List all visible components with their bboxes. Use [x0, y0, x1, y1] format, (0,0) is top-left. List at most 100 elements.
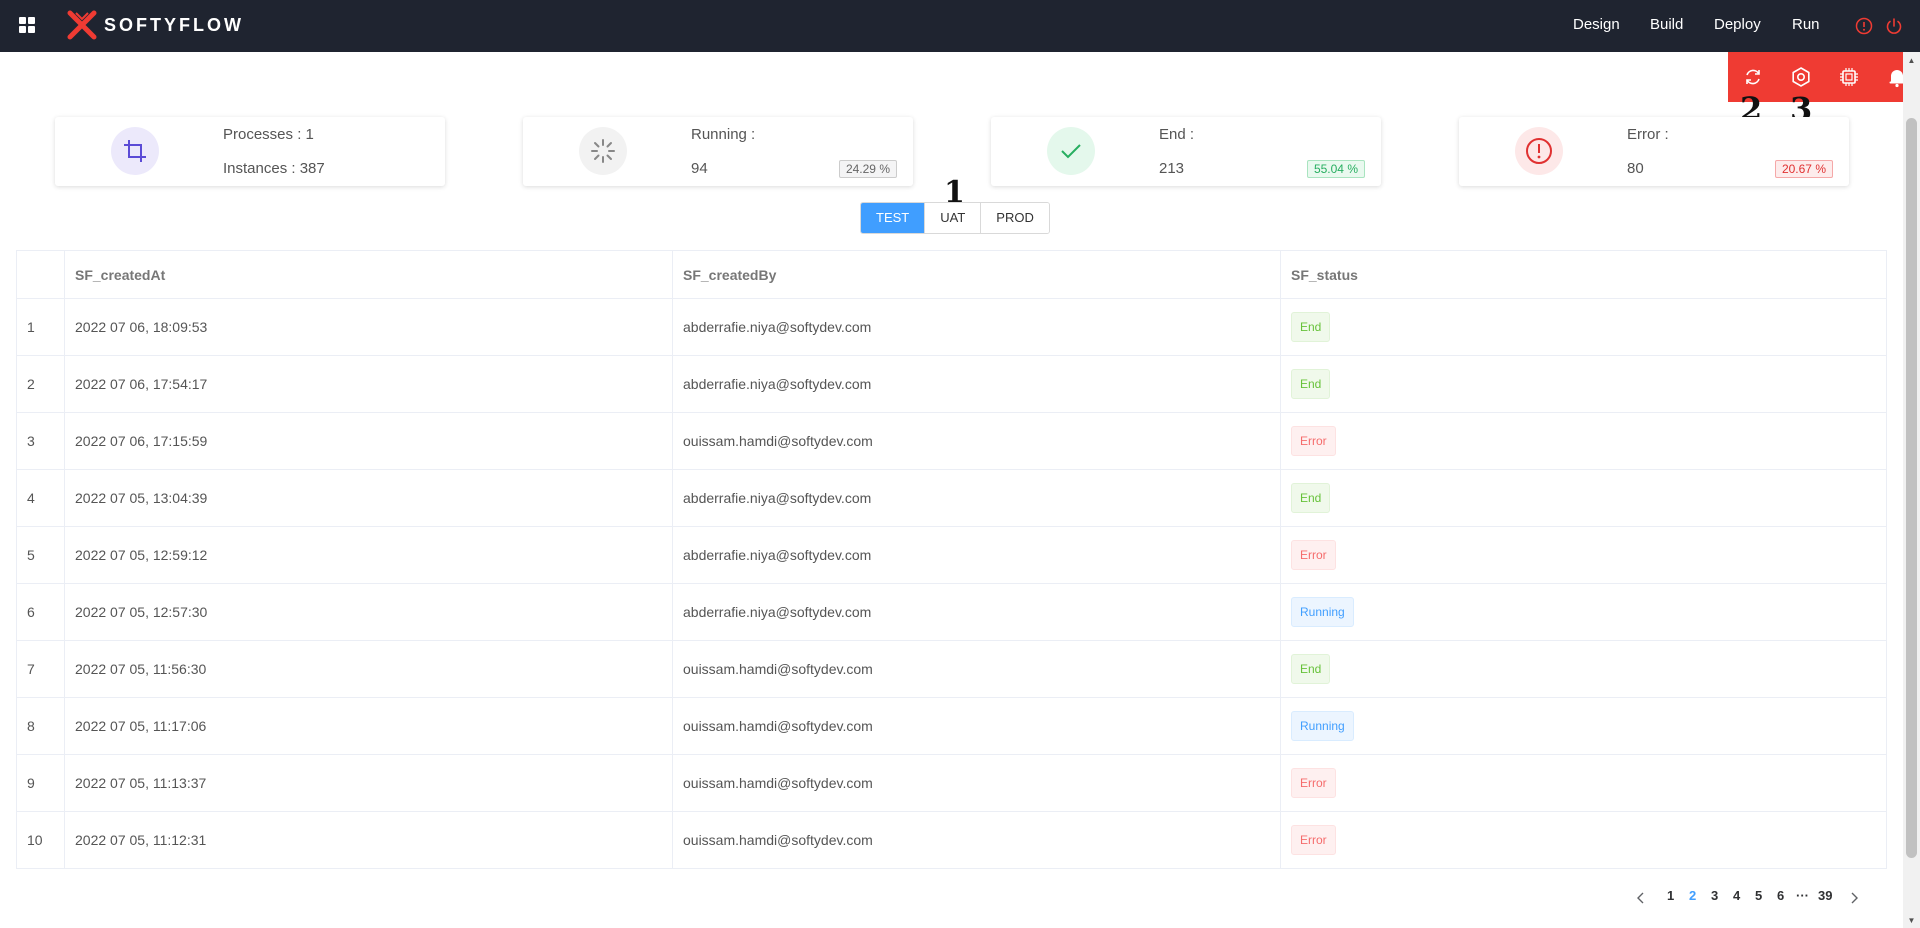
row-index: 10 — [16, 811, 65, 869]
table-row[interactable]: 10 2022 07 05, 11:12:31 ouissam.hamdi@soft… — [16, 811, 1887, 869]
instances-label: Instances : 387 — [223, 160, 325, 177]
created-at-cell: 2022 07 05, 13:04:39 — [64, 469, 673, 527]
status-badge: Error — [1291, 426, 1336, 456]
pagination-page[interactable]: 3 — [1711, 888, 1718, 903]
table-row[interactable]: 6 2022 07 05, 12:57:30 abderrafie.niya@sof… — [16, 583, 1887, 641]
alert-circle-icon[interactable] — [1855, 17, 1873, 35]
end-percent-badge: 55.04 % — [1306, 160, 1365, 178]
created-by-cell: ouissam.hamdi@softydev.com — [672, 640, 1281, 698]
tab-prod[interactable]: PROD — [980, 203, 1049, 233]
top-bar: SOFTYFLOW Design Build Deploy Run — [0, 0, 1920, 52]
created-at-cell: 2022 07 05, 11:13:37 — [64, 754, 673, 812]
apps-grid-icon[interactable] — [19, 17, 35, 33]
error-percent-badge: 20.67 % — [1774, 160, 1833, 178]
running-label: Running : — [691, 126, 756, 143]
table-row[interactable]: 9 2022 07 05, 11:13:37 ouissam.hamdi@softy… — [16, 754, 1887, 812]
settings-icon[interactable] — [1790, 66, 1812, 88]
scroll-down-arrow-icon[interactable]: ▼ — [1906, 916, 1917, 926]
pagination-page[interactable]: 5 — [1755, 888, 1762, 903]
created-at-cell: 2022 07 06, 17:15:59 — [64, 412, 673, 470]
status-badge: End — [1291, 483, 1331, 513]
created-by-cell: ouissam.hamdi@softydev.com — [672, 412, 1281, 470]
row-index: 2 — [16, 355, 65, 413]
status-badge: End — [1291, 654, 1331, 684]
tab-test[interactable]: TEST — [861, 203, 925, 233]
status-badge: Error — [1291, 825, 1336, 855]
table-row[interactable]: 7 2022 07 05, 11:56:30 ouissam.hamdi@softy… — [16, 640, 1887, 698]
nav-run[interactable]: Run — [1792, 16, 1820, 33]
status-cell: End — [1280, 640, 1887, 698]
nav-design[interactable]: Design — [1573, 16, 1620, 33]
scroll-up-arrow-icon[interactable]: ▲ — [1906, 56, 1917, 66]
pagination-page[interactable]: 4 — [1733, 888, 1740, 903]
row-index: 6 — [16, 583, 65, 641]
nav-build[interactable]: Build — [1650, 16, 1683, 33]
crop-icon — [111, 127, 159, 175]
running-percent-badge: 24.29 % — [838, 160, 897, 178]
column-header-created-at[interactable]: SF_createdAt — [64, 250, 673, 299]
created-at-cell: 2022 07 05, 12:57:30 — [64, 583, 673, 641]
status-cell: End — [1280, 298, 1887, 356]
row-index: 7 — [16, 640, 65, 698]
instances-table: SF_createdAt SF_createdBy SF_status 1 202… — [16, 250, 1887, 869]
column-header-status[interactable]: SF_status — [1280, 250, 1887, 299]
status-badge: Running — [1291, 597, 1354, 627]
row-index: 8 — [16, 697, 65, 755]
end-label: End : — [1159, 126, 1195, 143]
created-by-cell: abderrafie.niya@softydev.com — [672, 298, 1281, 356]
end-card: End : 213 55.04 % — [991, 117, 1381, 186]
created-by-cell: abderrafie.niya@softydev.com — [672, 526, 1281, 584]
brand-name: SOFTYFLOW — [104, 14, 244, 35]
created-at-cell: 2022 07 06, 18:09:53 — [64, 298, 673, 356]
refresh-icon[interactable] — [1742, 66, 1764, 88]
loading-spinner-icon — [579, 127, 627, 175]
environment-tabs: TEST UAT PROD — [860, 202, 1050, 234]
table-row[interactable]: 5 2022 07 05, 12:59:12 abderrafie.niya@sof… — [16, 526, 1887, 584]
table-row[interactable]: 1 2022 07 06, 18:09:53 abderrafie.niya@sof… — [16, 298, 1887, 356]
status-cell: Running — [1280, 583, 1887, 641]
error-circle-icon — [1515, 127, 1563, 175]
table-row[interactable]: 8 2022 07 05, 11:17:06 ouissam.hamdi@softy… — [16, 697, 1887, 755]
table-row[interactable]: 3 2022 07 06, 17:15:59 ouissam.hamdi@softy… — [16, 412, 1887, 470]
brand-logo[interactable]: SOFTYFLOW — [66, 9, 244, 41]
created-at-cell: 2022 07 06, 17:54:17 — [64, 355, 673, 413]
table-row[interactable]: 2 2022 07 06, 17:54:17 abderrafie.niya@sof… — [16, 355, 1887, 413]
tab-uat[interactable]: UAT — [924, 203, 981, 233]
created-by-cell: abderrafie.niya@softydev.com — [672, 355, 1281, 413]
pagination-page[interactable]: 39 — [1818, 888, 1832, 903]
page-scrollbar-thumb[interactable] — [1906, 118, 1917, 858]
status-badge: Running — [1291, 711, 1354, 741]
row-index: 4 — [16, 469, 65, 527]
pagination-ellipsis[interactable]: ··· — [1796, 888, 1809, 903]
status-badge: End — [1291, 369, 1331, 399]
created-by-cell: abderrafie.niya@softydev.com — [672, 583, 1281, 641]
status-cell: Error — [1280, 526, 1887, 584]
cpu-chip-icon[interactable] — [1838, 66, 1860, 88]
nav-deploy[interactable]: Deploy — [1714, 16, 1761, 33]
column-header-index — [16, 250, 65, 299]
status-cell: Error — [1280, 412, 1887, 470]
processes-label: Processes : 1 — [223, 126, 314, 143]
check-icon — [1047, 127, 1095, 175]
error-card: Error : 80 20.67 % — [1459, 117, 1849, 186]
table-row[interactable]: 4 2022 07 05, 13:04:39 abderrafie.niya@sof… — [16, 469, 1887, 527]
status-cell: Running — [1280, 697, 1887, 755]
row-index: 3 — [16, 412, 65, 470]
column-header-created-by[interactable]: SF_createdBy — [672, 250, 1281, 299]
pagination-page[interactable]: 6 — [1777, 888, 1784, 903]
pagination-prev-icon[interactable] — [1636, 892, 1646, 904]
status-badge: Error — [1291, 768, 1336, 798]
end-value: 213 — [1159, 160, 1185, 177]
pagination-page[interactable]: 2 — [1689, 888, 1696, 903]
power-icon[interactable] — [1885, 17, 1903, 35]
pagination-next-icon[interactable] — [1849, 892, 1859, 904]
status-cell: Error — [1280, 811, 1887, 869]
created-at-cell: 2022 07 05, 11:17:06 — [64, 697, 673, 755]
created-at-cell: 2022 07 05, 11:12:31 — [64, 811, 673, 869]
status-cell: End — [1280, 355, 1887, 413]
status-cell: Error — [1280, 754, 1887, 812]
created-by-cell: ouissam.hamdi@softydev.com — [672, 697, 1281, 755]
created-by-cell: abderrafie.niya@softydev.com — [672, 469, 1281, 527]
pagination-page[interactable]: 1 — [1667, 888, 1674, 903]
created-at-cell: 2022 07 05, 12:59:12 — [64, 526, 673, 584]
